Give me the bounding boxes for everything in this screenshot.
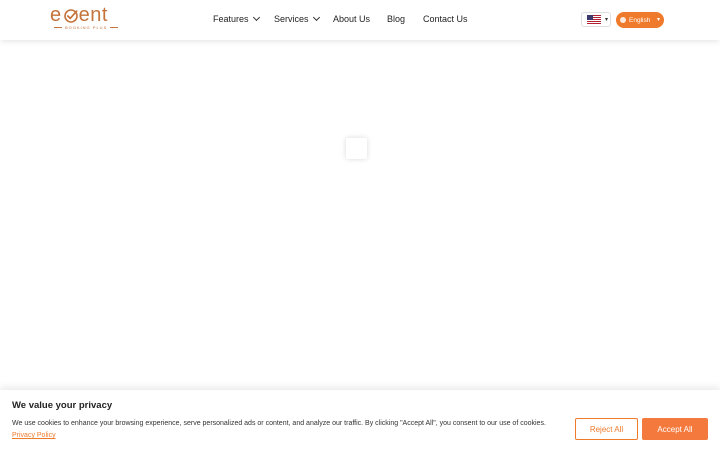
site-header: e ent BOOKING PLUS Features Services Abo… bbox=[0, 0, 720, 40]
nav-features[interactable]: Features bbox=[213, 13, 260, 24]
nav-label: About Us bbox=[333, 14, 371, 24]
us-flag-icon bbox=[587, 15, 601, 24]
nav-contact-us[interactable]: Contact Us bbox=[423, 14, 468, 24]
nav-label: Services bbox=[274, 14, 309, 24]
main-nav: Features Services About Us Blog Contact … bbox=[0, 0, 720, 40]
cookie-title: We value your privacy bbox=[12, 400, 113, 411]
cookie-consent-banner: We value your privacy We use cookies to … bbox=[0, 390, 720, 450]
nav-about-us[interactable]: About Us bbox=[333, 14, 370, 24]
loading-spinner bbox=[346, 138, 367, 159]
nav-blog[interactable]: Blog bbox=[387, 14, 405, 24]
chevron-down-icon bbox=[312, 13, 320, 22]
chevron-down-icon bbox=[252, 13, 260, 22]
nav-services[interactable]: Services bbox=[274, 13, 320, 24]
accept-all-button[interactable]: Accept All bbox=[642, 418, 708, 440]
reject-all-button[interactable]: Reject All bbox=[575, 418, 638, 440]
caret-down-icon: ▾ bbox=[656, 17, 660, 23]
caret-down-icon: ▾ bbox=[605, 17, 609, 23]
nav-label: Contact Us bbox=[423, 14, 468, 24]
privacy-policy-link[interactable]: Privacy Policy bbox=[12, 432, 56, 439]
nav-label: Blog bbox=[387, 14, 406, 24]
language-selector[interactable]: English ▾ bbox=[616, 12, 664, 28]
country-flag-select[interactable]: ▾ bbox=[581, 12, 611, 27]
cookie-description: We use cookies to enhance your browsing … bbox=[12, 418, 552, 442]
nav-label: Features bbox=[213, 14, 249, 24]
cookie-text: We use cookies to enhance your browsing … bbox=[12, 420, 546, 427]
language-label: English bbox=[629, 16, 651, 24]
globe-icon bbox=[620, 17, 626, 23]
